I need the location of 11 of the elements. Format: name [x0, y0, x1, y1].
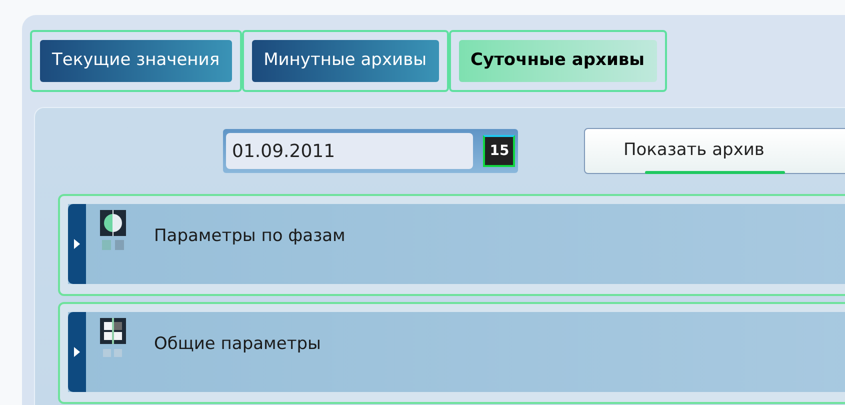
- show-archive-button[interactable]: Показать архив: [584, 128, 845, 174]
- section-header[interactable]: Общие параметры: [68, 312, 845, 392]
- section-title: Параметры по фазам: [154, 225, 346, 248]
- date-value: 01.09.2011: [226, 133, 474, 169]
- date-field[interactable]: 01.09.2011 15: [223, 129, 518, 173]
- section-title: Общие параметры: [154, 333, 321, 356]
- tab[interactable]: Минутные архивы: [252, 40, 439, 82]
- section-header[interactable]: Параметры по фазам: [68, 204, 845, 284]
- tab[interactable]: Суточные архивы: [458, 40, 656, 82]
- tab[interactable]: Текущие значения: [40, 40, 232, 82]
- calendar-button[interactable]: 15: [483, 135, 516, 167]
